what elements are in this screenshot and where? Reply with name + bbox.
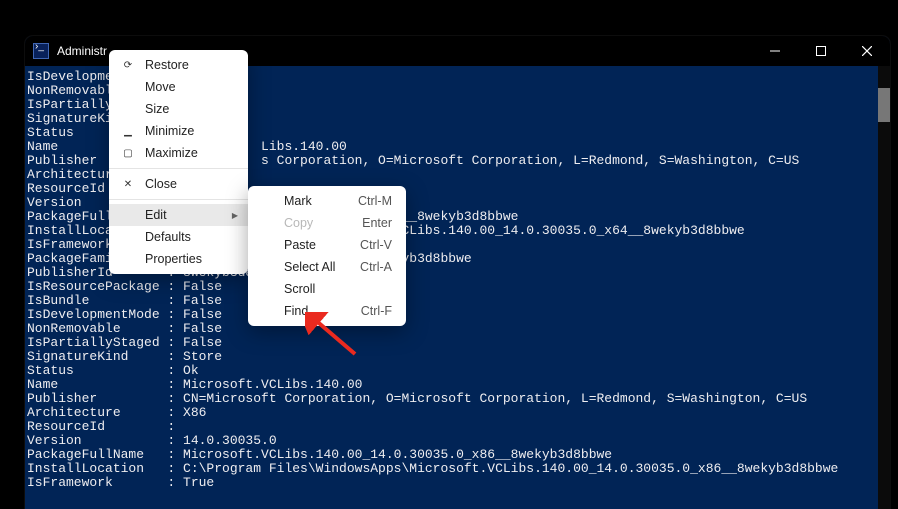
menu-glyph-icon: ⟳: [121, 60, 135, 71]
menu-item-shortcut: Ctrl-F: [361, 304, 392, 318]
chevron-right-icon: ▶: [232, 211, 238, 220]
menu-item-label: Size: [145, 102, 169, 116]
system-menu-item-restore[interactable]: ⟳ Restore: [109, 54, 248, 76]
edit-menu-item-scroll[interactable]: Scroll: [248, 278, 406, 300]
edit-menu-item-paste[interactable]: Paste Ctrl-V: [248, 234, 406, 256]
menu-item-shortcut: Ctrl-M: [358, 194, 392, 208]
close-button[interactable]: [844, 36, 890, 66]
menu-item-label: Move: [145, 80, 176, 94]
terminal-line: IsFramework : True: [27, 476, 878, 490]
menu-item-label: Defaults: [145, 230, 191, 244]
window-title: Administr: [57, 44, 107, 58]
terminal-line: InstallLocation : C:\Program Files\Windo…: [27, 462, 878, 476]
menu-item-label: Restore: [145, 58, 189, 72]
menu-item-label: Find...: [284, 304, 319, 318]
menu-item-label: Mark: [284, 194, 312, 208]
system-menu-item-properties[interactable]: Properties: [109, 248, 248, 270]
edit-menu-item-mark[interactable]: Mark Ctrl-M: [248, 190, 406, 212]
menu-item-label: Edit: [145, 208, 167, 222]
menu-item-shortcut: Ctrl-A: [360, 260, 392, 274]
menu-glyph-icon: ✕: [121, 179, 135, 190]
menu-item-label: Select All: [284, 260, 335, 274]
system-menu-item-close[interactable]: ✕ Close: [109, 173, 248, 195]
terminal-line: Status : Ok: [27, 364, 878, 378]
system-menu-item-move[interactable]: Move: [109, 76, 248, 98]
terminal-line: PackageFullName : Microsoft.VCLibs.140.0…: [27, 448, 878, 462]
edit-menu-item-copy: Copy Enter: [248, 212, 406, 234]
terminal-line: IsPartiallyStaged : False: [27, 336, 878, 350]
menu-glyph-icon: ▁: [121, 126, 135, 137]
window-buttons: [752, 36, 890, 66]
maximize-button[interactable]: [798, 36, 844, 66]
system-menu-item-edit[interactable]: Edit ▶: [109, 204, 248, 226]
menu-item-label: Copy: [284, 216, 313, 230]
terminal-line: SignatureKind : Store: [27, 350, 878, 364]
system-menu-item-separator: [109, 168, 248, 169]
menu-item-label: Maximize: [145, 146, 198, 160]
terminal-line: Name : Microsoft.VCLibs.140.00: [27, 378, 878, 392]
terminal-line: IsDevelopmentMode : False: [27, 308, 878, 322]
system-menu: ⟳ Restore Move Size ▁ Minimize ▢ Maximize ✕ Close…: [109, 50, 248, 274]
terminal-line: ResourceId :: [27, 420, 878, 434]
system-menu-item-maximize[interactable]: ▢ Maximize: [109, 142, 248, 164]
terminal-line: NonRemovable : False: [27, 322, 878, 336]
terminal-line: IsBundle : False: [27, 294, 878, 308]
menu-item-label: Minimize: [145, 124, 194, 138]
terminal-line: IsResourcePackage : False: [27, 280, 878, 294]
scrollbar-track[interactable]: [878, 66, 890, 509]
menu-item-label: Close: [145, 177, 177, 191]
menu-item-label: Paste: [284, 238, 316, 252]
minimize-button[interactable]: [752, 36, 798, 66]
menu-item-shortcut: Ctrl-V: [360, 238, 392, 252]
menu-item-label: Scroll: [284, 282, 315, 296]
menu-glyph-icon: ▢: [121, 148, 135, 159]
edit-submenu: Mark Ctrl-M Copy Enter Paste Ctrl-V Select All…: [248, 186, 406, 326]
edit-menu-item-select-all[interactable]: Select All Ctrl-A: [248, 256, 406, 278]
system-menu-item-defaults[interactable]: Defaults: [109, 226, 248, 248]
terminal-line: Publisher : CN=Microsoft Corporation, O=…: [27, 392, 878, 406]
system-menu-item-separator: [109, 199, 248, 200]
system-menu-item-minimize[interactable]: ▁ Minimize: [109, 120, 248, 142]
menu-item-shortcut: Enter: [362, 216, 392, 230]
edit-menu-item-find[interactable]: Find... Ctrl-F: [248, 300, 406, 322]
powershell-icon: [33, 43, 49, 59]
scrollbar-thumb[interactable]: [878, 88, 890, 122]
terminal-line: Version : 14.0.30035.0: [27, 434, 878, 448]
terminal-line: Architecture : X86: [27, 406, 878, 420]
system-menu-item-size[interactable]: Size: [109, 98, 248, 120]
menu-item-label: Properties: [145, 252, 202, 266]
